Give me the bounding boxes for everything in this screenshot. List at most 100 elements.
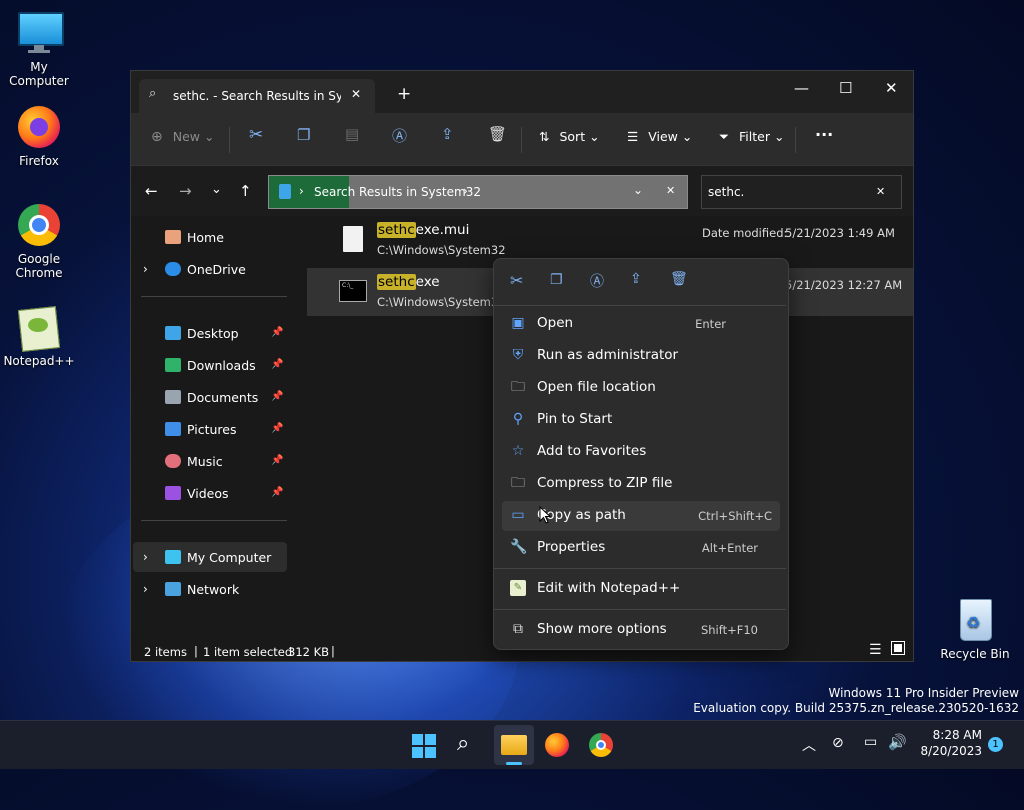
clock[interactable]: 8:28 AM 8/20/2023 [912,728,982,758]
desktop-icon-my-computer[interactable]: My Computer [1,10,77,88]
taskbar: ⌕ ︿ ⊘ ▭ 🔊 8:28 AM 8/20/2023 1 [0,720,1024,769]
filter-button[interactable]: ⏷ Filter ⌄ [719,129,784,145]
file-explorer-taskbar-button[interactable] [494,725,534,765]
view-button[interactable]: ☰ View ⌄ [627,129,692,144]
copy-path-icon: ▭ [511,507,525,523]
delete-icon[interactable]: 🗑 [488,125,507,143]
copy-icon[interactable]: ❐ [550,272,563,288]
sidebar-item-videos[interactable]: Videos [165,486,229,501]
menu-item-compress-zip[interactable]: 🗀 Compress to ZIP file [502,469,780,499]
clear-search-icon[interactable]: ✕ [876,185,885,198]
firefox-taskbar-icon[interactable] [545,733,569,757]
sidebar-item-desktop[interactable]: Desktop [165,326,239,341]
sidebar-item-pictures[interactable]: Pictures [165,422,237,437]
rename-icon[interactable]: Ⓐ [392,125,407,146]
watermark-line-2: Evaluation copy. Build 25375.zn_release.… [693,701,1019,715]
clear-address-icon[interactable]: ✕ [666,184,675,197]
menu-item-properties[interactable]: 🔧 Properties Alt+Enter [502,533,780,563]
context-menu: ✂ ❐ Ⓐ ⇪ 🗑 ▣ Open Enter ⛨ Run as administ… [493,258,789,650]
home-icon [165,230,181,244]
desktop-icon-notepadpp[interactable]: Notepad++ [1,304,77,368]
address-bar[interactable]: › Search Results in System32 › ⌄ ✕ [268,175,688,209]
start-button[interactable] [412,734,436,758]
more-options-icon[interactable]: ··· [815,125,833,144]
watermark-line-1: Windows 11 Pro Insider Preview [828,686,1019,700]
sidebar-item-music[interactable]: Music [165,454,223,469]
pin-icon: 📌 [271,487,284,498]
cut-icon[interactable]: ✂ [510,271,523,290]
network-offline-icon[interactable]: ⊘ [832,735,844,751]
volume-icon[interactable]: 🔊 [888,733,907,751]
sort-button[interactable]: ⇅ Sort ⌄ [539,129,600,144]
menu-item-open-file-location[interactable]: 🗀 Open file location [502,373,780,403]
sidebar-item-downloads[interactable]: Downloads [165,358,256,373]
expand-icon: ⧉ [513,621,523,637]
share-icon[interactable]: ⇪ [441,125,454,143]
chevron-right-icon[interactable]: › [143,582,148,596]
search-icon: ⌕ [149,86,157,101]
tiles-view-icon[interactable] [891,641,905,655]
pin-icon: ⚲ [512,411,524,427]
wrench-icon: 🔧 [510,539,528,555]
notification-badge[interactable]: 1 [988,737,1003,752]
recent-locations-icon[interactable]: ⌄ [211,182,222,197]
forward-icon[interactable]: → [179,182,192,200]
delete-icon[interactable]: 🗑 [670,271,688,287]
paste-icon[interactable]: ▤ [345,125,359,143]
sidebar-item-onedrive[interactable]: OneDrive [165,262,246,277]
menu-item-pin-to-start[interactable]: ⚲ Pin to Start [502,405,780,435]
chevron-right-icon[interactable]: › [143,550,148,564]
sidebar-item-my-computer[interactable]: My Computer [165,550,271,565]
share-icon[interactable]: ⇪ [630,271,642,287]
menu-item-run-as-admin[interactable]: ⛨ Run as administrator [502,341,780,371]
copy-icon[interactable]: ❐ [297,126,310,144]
sidebar-item-documents[interactable]: Documents [165,390,258,405]
monitor-icon [165,550,181,564]
file-path: C:\Windows\System32 [377,295,506,309]
pin-icon: 📌 [271,391,284,402]
menu-item-edit-notepadpp[interactable]: ✎ Edit with Notepad++ [502,574,780,604]
date-value: 5/21/2023 12:27 AM [785,278,903,292]
cut-icon[interactable]: ✂ [249,125,263,145]
close-button[interactable]: ✕ [885,79,898,97]
search-input[interactable]: sethc. [708,185,744,199]
clock-time: 8:28 AM [932,728,982,742]
search-icon[interactable]: ⌕ [457,731,469,756]
menu-item-add-to-favorites[interactable]: ☆ Add to Favorites [502,437,780,467]
sidebar-item-home[interactable]: Home [165,230,224,245]
open-icon: ▣ [511,315,525,331]
back-icon[interactable]: ← [145,182,158,200]
display-icon[interactable]: ▭ [864,734,877,750]
list-item[interactable]: sethcexe.mui C:\Windows\System32 Date mo… [307,216,913,264]
status-divider: | [194,644,198,658]
menu-item-show-more-options[interactable]: ⧉ Show more options Shift+F10 [502,615,780,645]
tab-search-results[interactable]: ⌕ sethc. - Search Results in System32 ✕ [139,79,375,113]
close-tab-icon[interactable]: ✕ [351,87,361,101]
cmd-icon: C:\_ [339,280,367,302]
sidebar-item-network[interactable]: Network [165,582,239,597]
desktop-icon-firefox[interactable]: Firefox [1,104,77,168]
desktop-icon-recycle-bin[interactable]: ♻ Recycle Bin [937,597,1013,661]
new-button[interactable]: ⊕ New ⌄ [151,129,214,145]
search-folder-icon [279,184,291,199]
up-icon[interactable]: ↑ [239,182,252,200]
maximize-button[interactable]: ☐ [839,79,852,97]
desktop-icon-label: Firefox [19,154,59,168]
desktop-icon-chrome[interactable]: Google Chrome [1,202,77,280]
new-tab-icon[interactable]: + [397,84,411,104]
chevron-down-icon[interactable]: ⌄ [633,183,643,197]
minimize-button[interactable]: — [794,79,809,97]
chevron-up-icon[interactable]: ︿ [802,735,816,755]
menu-item-open[interactable]: ▣ Open Enter [502,309,780,339]
chevron-right-icon[interactable]: › [143,262,148,276]
music-icon [165,454,181,468]
firefox-icon [16,104,62,150]
rename-icon[interactable]: Ⓐ [590,271,604,291]
date-value: 5/21/2023 1:49 AM [785,226,895,240]
search-box[interactable]: sethc. ✕ [701,175,902,209]
chrome-taskbar-icon[interactable] [589,733,613,757]
date-label: Date modified: [702,226,788,240]
details-view-icon[interactable]: ☰ [869,642,882,658]
chrome-icon [16,202,62,248]
chevron-right-icon: › [463,184,468,198]
